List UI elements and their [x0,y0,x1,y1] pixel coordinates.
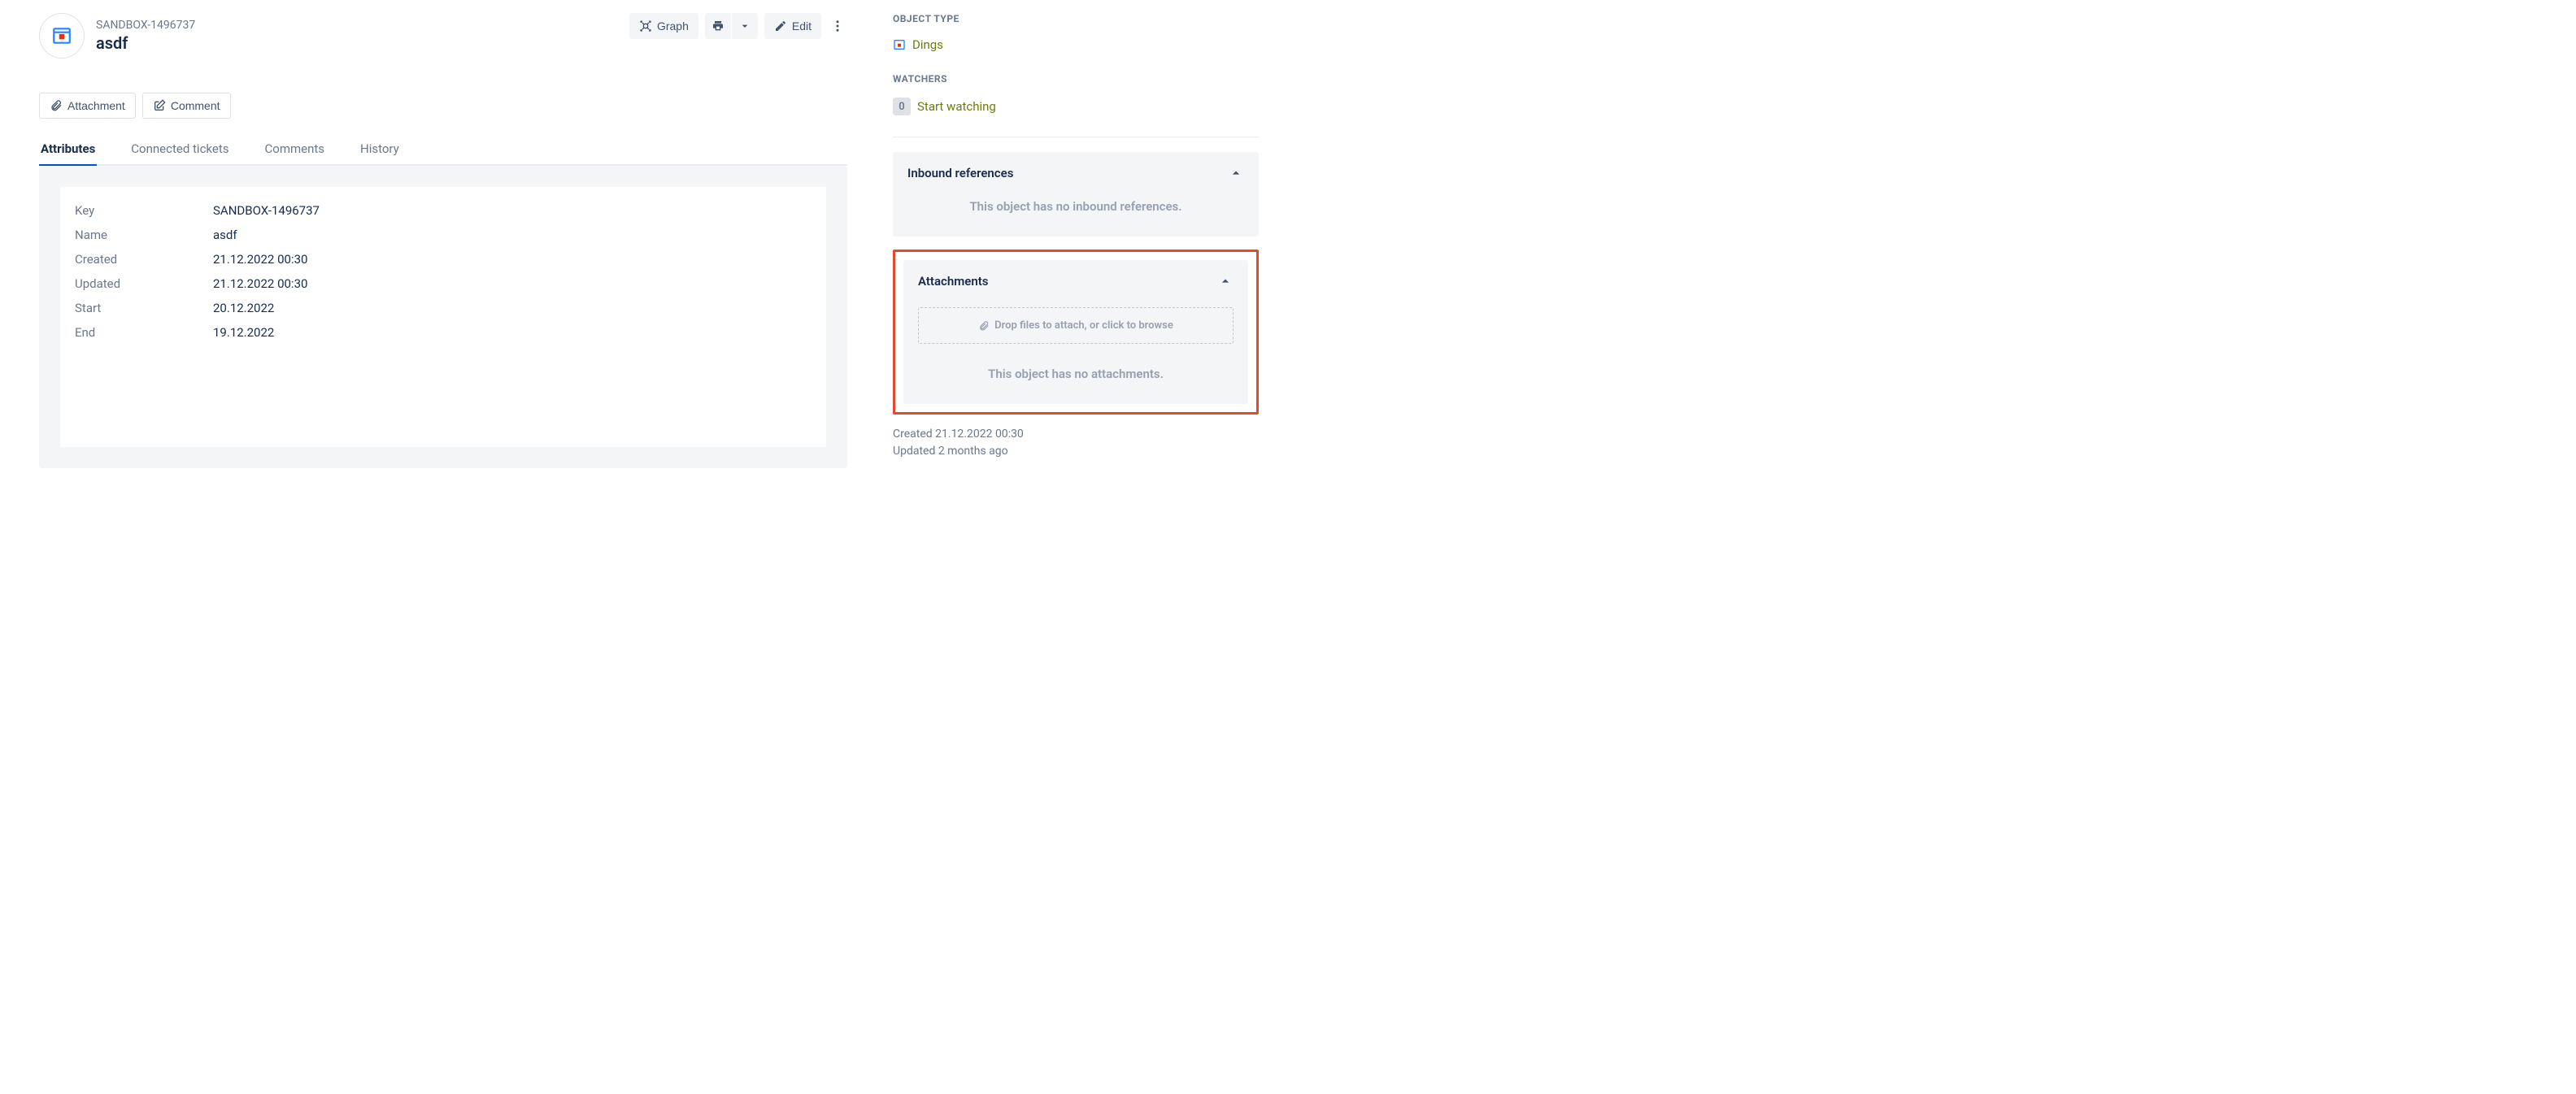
inbound-references-panel: Inbound references This object has no in… [893,152,1259,237]
header-row: SANDBOX-1496737 asdf Graph [39,13,847,59]
cube-small-icon [893,38,906,51]
tab-comments[interactable]: Comments [263,135,327,166]
comment-button[interactable]: Comment [142,93,231,119]
attachment-icon [50,99,63,112]
attr-label: Created [75,252,213,267]
attributes-panel: Key SANDBOX-1496737 Name asdf Created 21… [39,166,847,468]
print-icon [711,20,724,33]
cube-icon [51,25,72,46]
object-avatar [39,13,85,59]
print-button[interactable] [705,13,731,39]
print-dropdown[interactable] [732,13,758,39]
breadcrumb[interactable]: SANDBOX-1496737 [96,19,195,32]
tabs: Attributes Connected tickets Comments Hi… [39,133,847,166]
attr-value: SANDBOX-1496737 [213,203,320,218]
kebab-icon [830,19,845,33]
edit-button[interactable]: Edit [764,13,821,39]
tab-attributes[interactable]: Attributes [39,135,97,166]
updated-meta: Updated 2 months ago [893,443,1259,460]
attr-row: Created 21.12.2022 00:30 [75,247,812,271]
object-type-block: OBJECT TYPE Dings [893,13,1259,52]
graph-icon [639,20,652,33]
attr-row: Start 20.12.2022 [75,296,812,320]
attachments-toggle[interactable]: Attachments [918,273,1234,289]
attr-value: 20.12.2022 [213,301,274,315]
side-heading: WATCHERS [893,73,1259,85]
attr-value: 21.12.2022 00:30 [213,276,307,291]
attributes-card: Key SANDBOX-1496737 Name asdf Created 21… [60,187,826,447]
subactions-row: Attachment Comment [39,93,847,119]
attr-label: Key [75,203,213,218]
attr-row: Name asdf [75,223,812,247]
inbound-empty-message: This object has no inbound references. [907,199,1244,214]
graph-button[interactable]: Graph [629,13,698,39]
header-actions: Graph Edit [629,13,847,39]
attachment-button[interactable]: Attachment [39,93,136,119]
chevron-up-icon [1217,273,1234,289]
watchers-count: 0 [893,98,911,115]
comment-edit-icon [153,99,166,112]
attachment-icon [978,320,990,332]
attr-value: asdf [213,228,237,242]
tab-history[interactable]: History [359,135,401,166]
watchers-block: WATCHERS 0 Start watching [893,73,1259,115]
chevron-down-icon [738,20,751,33]
attr-row: Key SANDBOX-1496737 [75,198,812,223]
attachments-empty-message: This object has no attachments. [918,367,1234,381]
attr-label: Name [75,228,213,242]
tab-connected-tickets[interactable]: Connected tickets [129,135,230,166]
attachments-highlight: Attachments Drop files to attach, or cli… [893,250,1259,415]
inbound-references-toggle[interactable]: Inbound references [907,165,1244,181]
more-actions-button[interactable] [828,13,847,39]
start-watching-link[interactable]: Start watching [917,99,996,114]
attachments-panel: Attachments Drop files to attach, or cli… [903,260,1248,404]
attachment-dropzone[interactable]: Drop files to attach, or click to browse [918,307,1234,344]
chevron-up-icon [1228,165,1244,181]
attr-row: Updated 21.12.2022 00:30 [75,271,812,296]
title-block: SANDBOX-1496737 asdf [39,13,195,59]
created-meta: Created 21.12.2022 00:30 [893,426,1259,443]
object-type-link[interactable]: Dings [912,37,943,52]
side-heading: OBJECT TYPE [893,13,1259,24]
pencil-icon [774,20,787,33]
page-title: asdf [96,33,195,53]
attr-row: End 19.12.2022 [75,320,812,345]
attr-label: End [75,325,213,340]
attr-label: Updated [75,276,213,291]
attr-value: 21.12.2022 00:30 [213,252,307,267]
attr-label: Start [75,301,213,315]
attr-value: 19.12.2022 [213,325,274,340]
